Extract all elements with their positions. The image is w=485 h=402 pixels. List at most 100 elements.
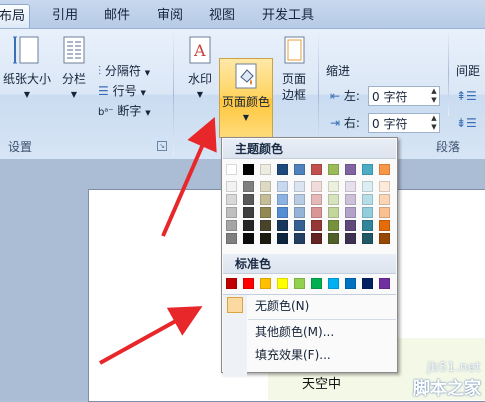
tab-developer[interactable]: 开发工具 (262, 4, 314, 28)
theme-color-swatch[interactable] (226, 194, 237, 205)
watermark-button[interactable]: A 水印 ▼ (180, 32, 220, 122)
tab-references[interactable]: 引用 (52, 4, 78, 28)
theme-color-swatch[interactable] (294, 194, 305, 205)
breaks-button[interactable]: ⫶ 分隔符 ▼ (98, 62, 150, 80)
columns-label: 分栏 (61, 72, 86, 86)
theme-color-swatch[interactable] (345, 233, 356, 244)
document-text[interactable]: 天空中 (302, 373, 341, 392)
columns-button[interactable]: 分栏 ▼ (56, 32, 92, 122)
more-colors-item[interactable]: 其他颜色(M)... (223, 321, 396, 343)
theme-color-swatch[interactable] (311, 164, 322, 175)
theme-color-swatch[interactable] (345, 164, 356, 175)
page-color-button[interactable]: 页面颜色 ▼ (219, 58, 273, 138)
theme-color-swatch[interactable] (260, 207, 271, 218)
theme-color-swatch[interactable] (243, 164, 254, 175)
theme-color-swatch[interactable] (311, 233, 322, 244)
theme-color-swatch[interactable] (345, 194, 356, 205)
standard-color-swatch[interactable] (294, 278, 305, 289)
fill-effects-item[interactable]: 填充效果(F)... (223, 344, 396, 366)
fill-effects-label: 填充效果(F)... (255, 348, 331, 362)
theme-color-swatch[interactable] (362, 164, 373, 175)
hyphenation-button[interactable]: bᵃ⁻ 断字 ▼ (98, 102, 151, 120)
theme-color-swatch[interactable] (311, 181, 322, 192)
theme-color-swatch[interactable] (277, 181, 288, 192)
theme-color-swatch[interactable] (362, 194, 373, 205)
tab-layout[interactable]: 布局 (0, 4, 31, 29)
standard-color-swatch[interactable] (243, 278, 254, 289)
standard-color-swatch[interactable] (345, 278, 356, 289)
standard-color-swatch[interactable] (379, 278, 390, 289)
theme-color-swatch[interactable] (379, 181, 390, 192)
theme-color-swatch[interactable] (328, 194, 339, 205)
spacing-after-icon[interactable]: ⇟☰ (456, 114, 477, 132)
theme-color-swatch[interactable] (379, 233, 390, 244)
theme-color-swatch[interactable] (243, 207, 254, 218)
theme-color-swatch[interactable] (379, 220, 390, 231)
theme-color-swatch[interactable] (328, 164, 339, 175)
dialog-launcher-icon[interactable]: ↘ (157, 141, 167, 151)
theme-color-swatch[interactable] (260, 164, 271, 175)
theme-color-swatch[interactable] (362, 220, 373, 231)
theme-color-swatch[interactable] (277, 164, 288, 175)
theme-color-swatch[interactable] (379, 194, 390, 205)
theme-color-swatch[interactable] (260, 194, 271, 205)
theme-color-swatch[interactable] (328, 181, 339, 192)
standard-color-swatch[interactable] (260, 278, 271, 289)
tab-mailings[interactable]: 邮件 (104, 4, 130, 28)
theme-color-swatch[interactable] (277, 220, 288, 231)
theme-color-swatch[interactable] (243, 220, 254, 231)
theme-color-swatch[interactable] (260, 181, 271, 192)
theme-color-swatch[interactable] (243, 233, 254, 244)
line-numbers-button[interactable]: ☰ 行号 ▼ (98, 82, 146, 100)
tab-view[interactable]: 视图 (209, 4, 235, 28)
theme-color-swatch[interactable] (294, 207, 305, 218)
standard-color-swatch[interactable] (362, 278, 373, 289)
theme-color-swatch[interactable] (226, 164, 237, 175)
theme-color-swatch[interactable] (226, 220, 237, 231)
theme-color-swatch[interactable] (294, 164, 305, 175)
theme-color-swatch[interactable] (362, 181, 373, 192)
spinner-arrows-icon[interactable]: ▲ ▼ (429, 114, 439, 132)
page-color-dropdown: 主题颜色 标准色 无颜色(N) 其他颜色(M)... 填充效果(F)... (221, 137, 398, 377)
theme-color-swatch[interactable] (226, 233, 237, 244)
tab-review[interactable]: 审阅 (157, 4, 183, 28)
theme-color-swatch[interactable] (294, 233, 305, 244)
theme-color-swatch[interactable] (345, 207, 356, 218)
theme-color-swatch[interactable] (379, 207, 390, 218)
theme-color-swatch[interactable] (226, 207, 237, 218)
indent-left-input[interactable]: 0 字符 ▲ ▼ (368, 86, 440, 106)
indent-right-input[interactable]: 0 字符 ▲ ▼ (368, 113, 440, 133)
theme-color-swatch[interactable] (277, 233, 288, 244)
theme-color-swatch[interactable] (294, 181, 305, 192)
theme-color-swatch[interactable] (328, 207, 339, 218)
paper-size-button[interactable]: 纸张大小 ▼ (2, 32, 52, 122)
standard-color-swatch[interactable] (277, 278, 288, 289)
theme-color-swatch[interactable] (328, 220, 339, 231)
chevron-down-icon: ▼ (70, 90, 78, 99)
theme-color-swatch[interactable] (362, 233, 373, 244)
theme-color-swatch[interactable] (243, 194, 254, 205)
theme-color-swatch[interactable] (379, 164, 390, 175)
no-color-item[interactable]: 无颜色(N) (223, 295, 396, 317)
standard-color-swatch[interactable] (226, 278, 237, 289)
theme-color-swatch[interactable] (260, 220, 271, 231)
theme-color-swatch[interactable] (311, 194, 322, 205)
page-borders-button[interactable]: 页面 边框 (276, 32, 312, 122)
theme-color-swatch[interactable] (243, 181, 254, 192)
theme-color-swatch[interactable] (362, 207, 373, 218)
theme-color-swatch[interactable] (294, 220, 305, 231)
theme-color-swatch[interactable] (311, 220, 322, 231)
theme-color-swatch[interactable] (277, 194, 288, 205)
spinner-arrows-icon[interactable]: ▲ ▼ (429, 87, 439, 105)
theme-color-swatch[interactable] (277, 207, 288, 218)
theme-color-swatch[interactable] (328, 233, 339, 244)
theme-color-swatch[interactable] (345, 220, 356, 231)
standard-color-swatch[interactable] (311, 278, 322, 289)
theme-color-swatch[interactable] (226, 181, 237, 192)
theme-color-swatch[interactable] (260, 233, 271, 244)
standard-color-swatch[interactable] (328, 278, 339, 289)
theme-color-swatch[interactable] (311, 207, 322, 218)
spacing-before-icon[interactable]: ⇞☰ (456, 87, 477, 105)
paper-size-label: 纸张大小 (2, 72, 51, 86)
theme-color-swatch[interactable] (345, 181, 356, 192)
